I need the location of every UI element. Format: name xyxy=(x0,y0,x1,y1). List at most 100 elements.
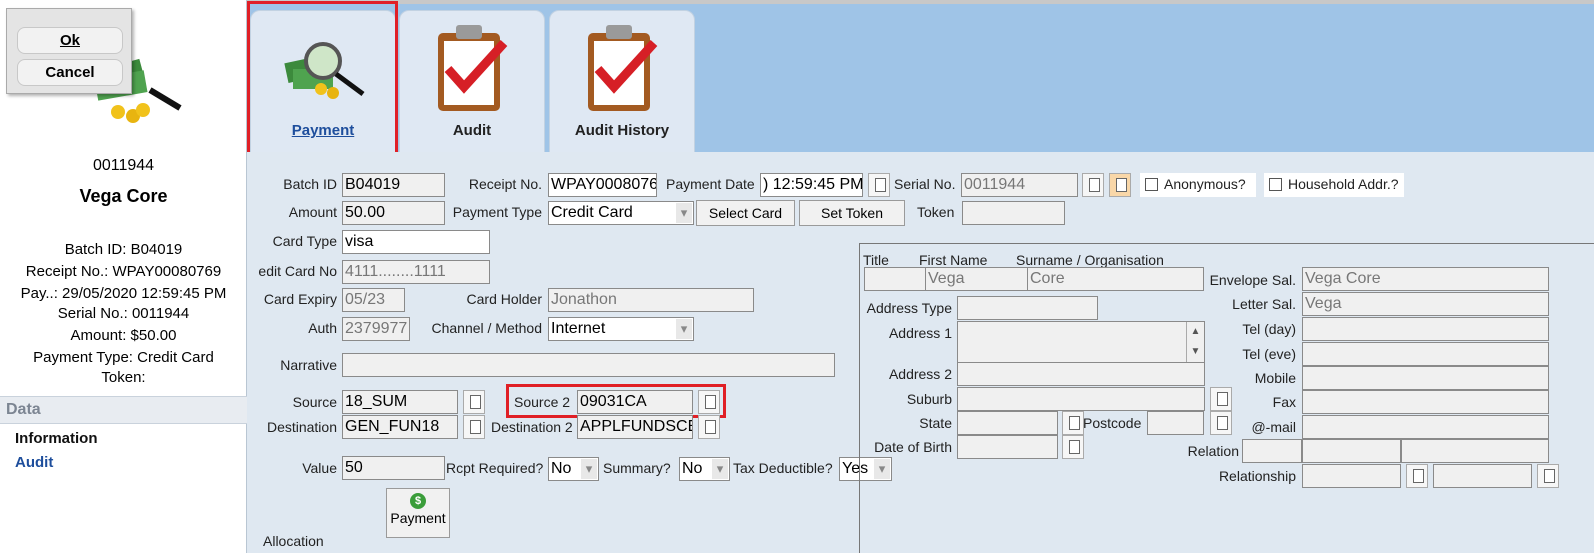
relation-field-3[interactable] xyxy=(1401,439,1549,463)
ok-button[interactable]: Ok xyxy=(17,27,123,54)
serial-lookup-icon[interactable] xyxy=(1082,173,1104,197)
household-label: Household Addr.? xyxy=(1288,176,1399,192)
channel-select[interactable]: Internet xyxy=(548,317,694,341)
receipt-no-field[interactable]: WPAY0008076 xyxy=(548,173,657,197)
address2-field[interactable] xyxy=(957,362,1205,386)
batch-id-label: Batch ID xyxy=(283,176,337,192)
tab-audit-history-label: Audit History xyxy=(574,122,670,139)
tax-deductible-label: Tax Deductible? xyxy=(733,460,833,476)
summary-batch-id: Batch ID: B04019 xyxy=(64,241,183,258)
summary-serial-no: Serial No.: 0011944 xyxy=(57,305,190,322)
tel-eve-label: Tel (eve) xyxy=(1242,346,1296,362)
relationship-lookup-icon-2[interactable] xyxy=(1537,464,1559,488)
dob-picker-icon[interactable] xyxy=(1062,435,1084,459)
email-field[interactable] xyxy=(1302,415,1549,439)
suburb-label: Suburb xyxy=(906,391,952,407)
letter-sal-field[interactable]: Vega xyxy=(1302,292,1549,316)
tel-day-label: Tel (day) xyxy=(1242,321,1296,337)
token-label: Token xyxy=(917,204,955,220)
anonymous-label: Anonymous? xyxy=(1164,176,1246,192)
receipt-no-label: Receipt No. xyxy=(468,176,542,192)
summary-payment-date: Pay..: 29/05/2020 12:59:45 PM xyxy=(20,285,227,302)
cancel-button[interactable]: Cancel xyxy=(17,59,123,86)
anonymous-checkbox[interactable] xyxy=(1145,178,1158,191)
state-label: State xyxy=(919,415,952,431)
relation-field-2[interactable] xyxy=(1302,439,1401,463)
payment-button[interactable]: $ Payment xyxy=(386,488,450,538)
serial-action-icon[interactable] xyxy=(1109,173,1131,197)
destination-label: Destination xyxy=(266,419,337,435)
summary-label: Summary? xyxy=(603,460,671,476)
summary-amount: Amount: $50.00 xyxy=(70,327,177,344)
payment-type-label: Payment Type xyxy=(452,204,542,220)
select-card-button[interactable]: Select Card xyxy=(696,200,795,226)
serial-no-field[interactable]: 0011944 xyxy=(961,173,1078,197)
destination-lookup-icon[interactable] xyxy=(463,415,485,439)
title-header: Title xyxy=(863,252,889,268)
card-expiry-field[interactable]: 05/23 xyxy=(342,288,405,312)
tel-day-field[interactable] xyxy=(1302,317,1549,341)
date-picker-icon[interactable] xyxy=(868,173,890,197)
narrative-field[interactable] xyxy=(342,353,835,377)
payment-date-field[interactable]: ) 12:59:45 PM xyxy=(760,173,863,197)
tel-eve-field[interactable] xyxy=(1302,342,1549,366)
destination-field[interactable]: GEN_FUN18 xyxy=(342,415,458,439)
tax-deductible-select[interactable]: Yes xyxy=(839,457,892,481)
card-type-field[interactable]: visa xyxy=(342,230,490,254)
relationship-lookup-icon[interactable] xyxy=(1406,464,1428,488)
address1-label: Address 1 xyxy=(888,325,952,341)
fax-label: Fax xyxy=(1272,394,1296,410)
rcpt-required-label: Rcpt Required? xyxy=(446,460,544,476)
tab-audit[interactable]: Audit xyxy=(399,10,545,154)
state-field[interactable] xyxy=(957,411,1058,435)
summary-select[interactable]: No xyxy=(679,457,730,481)
card-no-field[interactable]: 4111........1111 xyxy=(342,260,490,284)
address1-field[interactable]: ▲ ▼ xyxy=(957,321,1205,363)
card-type-label: Card Type xyxy=(272,233,337,249)
dob-field[interactable] xyxy=(957,435,1058,459)
suburb-field[interactable] xyxy=(957,387,1205,411)
postcode-field[interactable] xyxy=(1147,411,1204,435)
mobile-field[interactable] xyxy=(1302,366,1549,390)
auth-field[interactable]: 2379977 xyxy=(342,317,410,341)
nav-item-information[interactable]: Information xyxy=(15,430,98,447)
batch-id-field[interactable]: B04019 xyxy=(342,173,445,197)
title-field[interactable] xyxy=(864,267,926,291)
source-field[interactable]: 18_SUM xyxy=(342,390,458,414)
record-name: Vega Core xyxy=(79,186,168,206)
auth-label: Auth xyxy=(308,320,337,336)
relationship-field-2[interactable] xyxy=(1433,464,1532,488)
mobile-label: Mobile xyxy=(1254,370,1296,386)
amount-label: Amount xyxy=(288,204,337,220)
source-lookup-icon[interactable] xyxy=(463,390,485,414)
surname-header: Surname / Organisation xyxy=(1016,252,1164,268)
amount-field[interactable]: 50.00 xyxy=(342,201,445,225)
clipboard-check-icon xyxy=(438,25,508,111)
destination2-lookup-icon[interactable] xyxy=(698,415,720,439)
first-name-field[interactable]: Vega xyxy=(925,267,1028,291)
payment-form: Batch ID B04019 Receipt No. WPAY0008076 … xyxy=(247,152,1594,553)
dollar-icon: $ xyxy=(410,493,426,509)
ok-cancel-popup: Ok Cancel xyxy=(6,8,132,94)
surname-field[interactable]: Core xyxy=(1027,267,1204,291)
tab-audit-history[interactable]: Audit History xyxy=(549,10,695,154)
payment-type-select[interactable]: Credit Card xyxy=(548,201,694,225)
household-checkbox[interactable] xyxy=(1269,178,1282,191)
envelope-sal-label: Envelope Sal. xyxy=(1209,272,1296,288)
fax-field[interactable] xyxy=(1302,390,1549,414)
relation-field-1[interactable] xyxy=(1242,439,1302,463)
envelope-sal-field[interactable]: Vega Core xyxy=(1302,267,1549,291)
value-field[interactable]: 50 xyxy=(342,456,445,480)
email-label: @-mail xyxy=(1251,419,1296,435)
address-type-field[interactable] xyxy=(957,296,1098,320)
relationship-field[interactable] xyxy=(1302,464,1401,488)
nav-item-audit[interactable]: Audit xyxy=(15,454,53,471)
destination2-field[interactable]: APPLFUNDSCE xyxy=(577,415,693,439)
state-lookup-icon[interactable] xyxy=(1062,411,1084,435)
set-token-button[interactable]: Set Token xyxy=(799,200,905,226)
card-holder-label: Card Holder xyxy=(466,291,542,307)
token-field[interactable] xyxy=(962,201,1065,225)
card-expiry-label: Card Expiry xyxy=(263,291,337,307)
rcpt-required-select[interactable]: No xyxy=(548,457,599,481)
card-holder-field[interactable]: Jonathon xyxy=(548,288,754,312)
